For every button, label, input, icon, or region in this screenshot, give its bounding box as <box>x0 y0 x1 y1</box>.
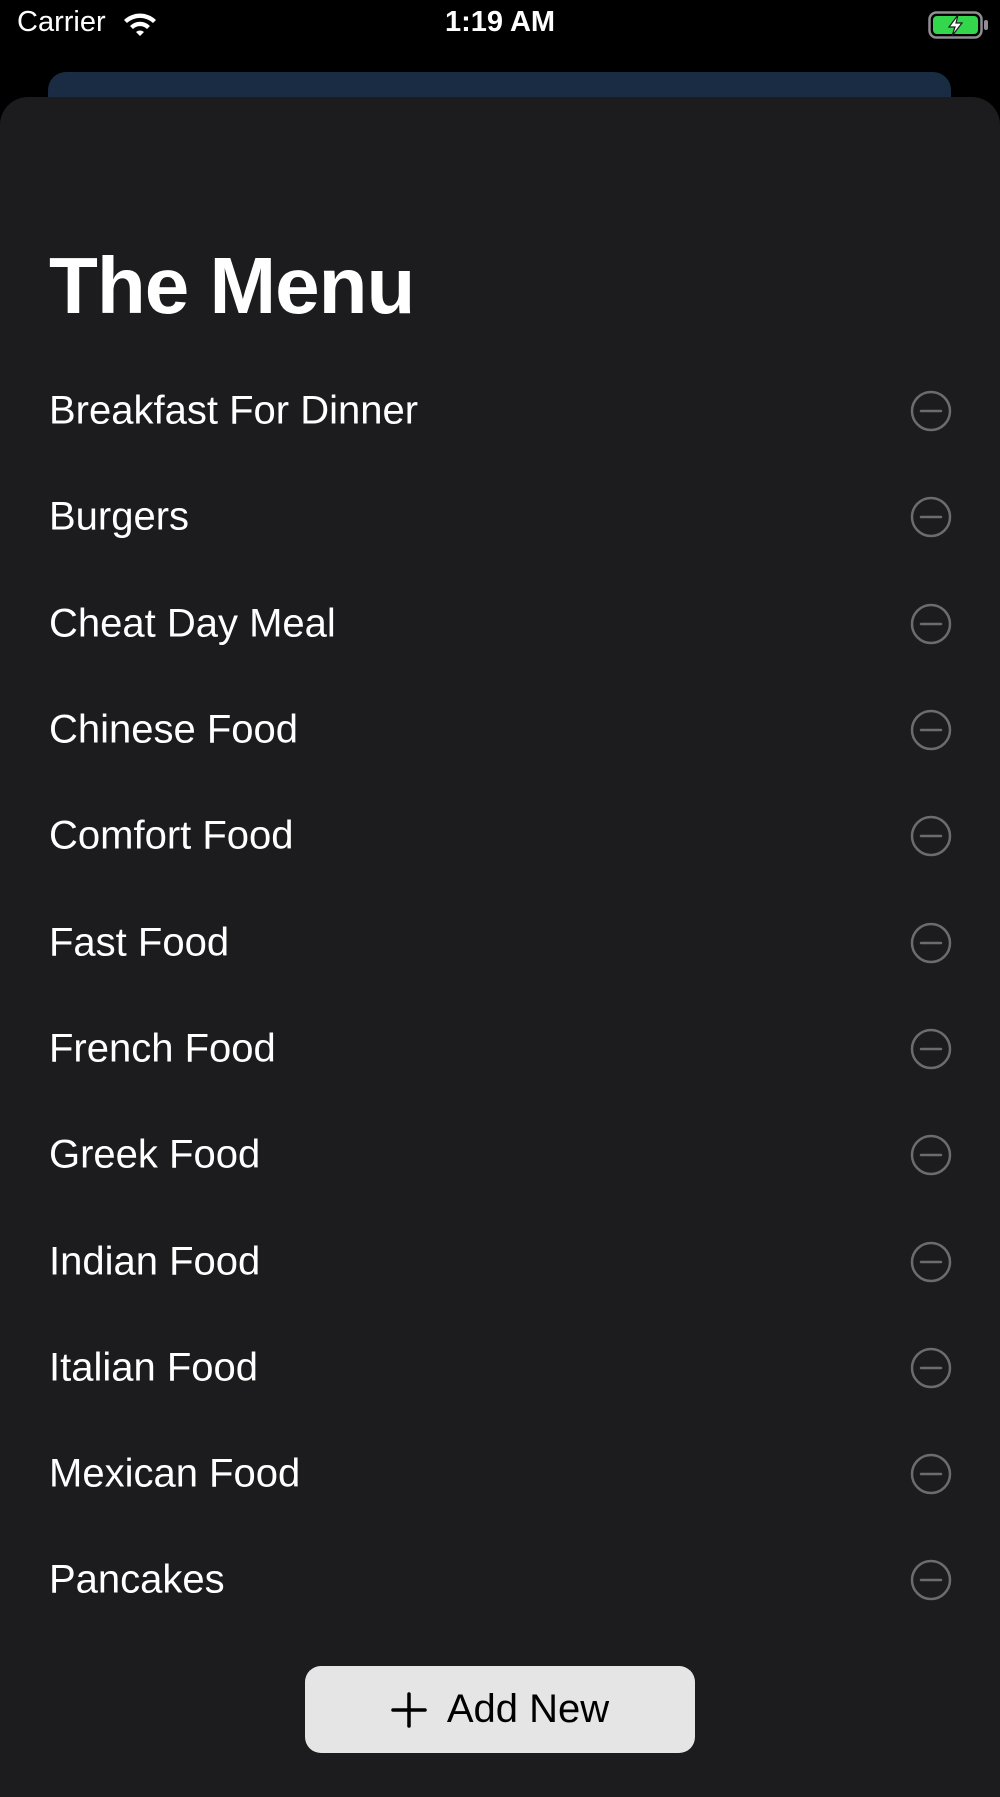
list-item[interactable]: Greek Food <box>0 1102 1000 1208</box>
add-new-label: Add New <box>446 1687 610 1731</box>
list-item-label: Burgers <box>49 494 190 539</box>
list-item[interactable]: French Food <box>0 996 1000 1102</box>
minus-circle-icon[interactable] <box>910 1241 952 1283</box>
minus-circle-icon[interactable] <box>910 390 952 432</box>
list-item-label: Cheat Day Meal <box>49 601 336 646</box>
battery-charging-icon <box>928 11 990 39</box>
minus-circle-icon[interactable] <box>910 1134 952 1176</box>
list-item[interactable]: Cheat Day Meal <box>0 571 1000 677</box>
list-item[interactable]: Chinese Food <box>0 677 1000 783</box>
minus-circle-icon[interactable] <box>910 496 952 538</box>
list-item-label: Chinese Food <box>49 707 299 752</box>
list-item[interactable]: Comfort Food <box>0 783 1000 889</box>
list-item[interactable]: Burgers <box>0 464 1000 570</box>
minus-circle-icon[interactable] <box>910 815 952 857</box>
list-item[interactable]: Indian Food <box>0 1208 1000 1314</box>
minus-circle-icon[interactable] <box>910 1453 952 1495</box>
list-item-label: Italian Food <box>49 1345 259 1390</box>
clock-time: 1:19 AM <box>444 6 556 38</box>
minus-circle-icon[interactable] <box>910 603 952 645</box>
list-item-label: Indian Food <box>49 1239 261 1284</box>
list-item-label: Greek Food <box>49 1132 261 1177</box>
list-item-label: Comfort Food <box>49 813 294 858</box>
list-item[interactable]: Breakfast For Dinner <box>0 358 1000 464</box>
minus-circle-icon[interactable] <box>910 1347 952 1389</box>
list-item-label: Breakfast For Dinner <box>49 388 419 433</box>
status-bar: Carrier 1:19 AM <box>0 0 1000 52</box>
plus-icon <box>391 1691 427 1728</box>
page-title: The Menu <box>49 241 415 330</box>
list-item-label: Pancakes <box>49 1557 225 1602</box>
add-new-button[interactable]: Add New <box>305 1666 695 1753</box>
list-item[interactable]: Pancakes <box>0 1527 1000 1633</box>
list-item[interactable]: Mexican Food <box>0 1421 1000 1527</box>
minus-circle-icon[interactable] <box>910 922 952 964</box>
minus-circle-icon[interactable] <box>910 709 952 751</box>
minus-circle-icon[interactable] <box>910 1559 952 1601</box>
minus-circle-icon[interactable] <box>910 1028 952 1070</box>
menu-list: Breakfast For Dinner Burgers Cheat Day Mea… <box>0 358 1000 1634</box>
list-item-label: French Food <box>49 1026 276 1071</box>
list-item-label: Fast Food <box>49 920 230 965</box>
list-item[interactable]: Fast Food <box>0 889 1000 995</box>
list-item[interactable]: Italian Food <box>0 1315 1000 1421</box>
list-item-label: Mexican Food <box>49 1451 301 1496</box>
